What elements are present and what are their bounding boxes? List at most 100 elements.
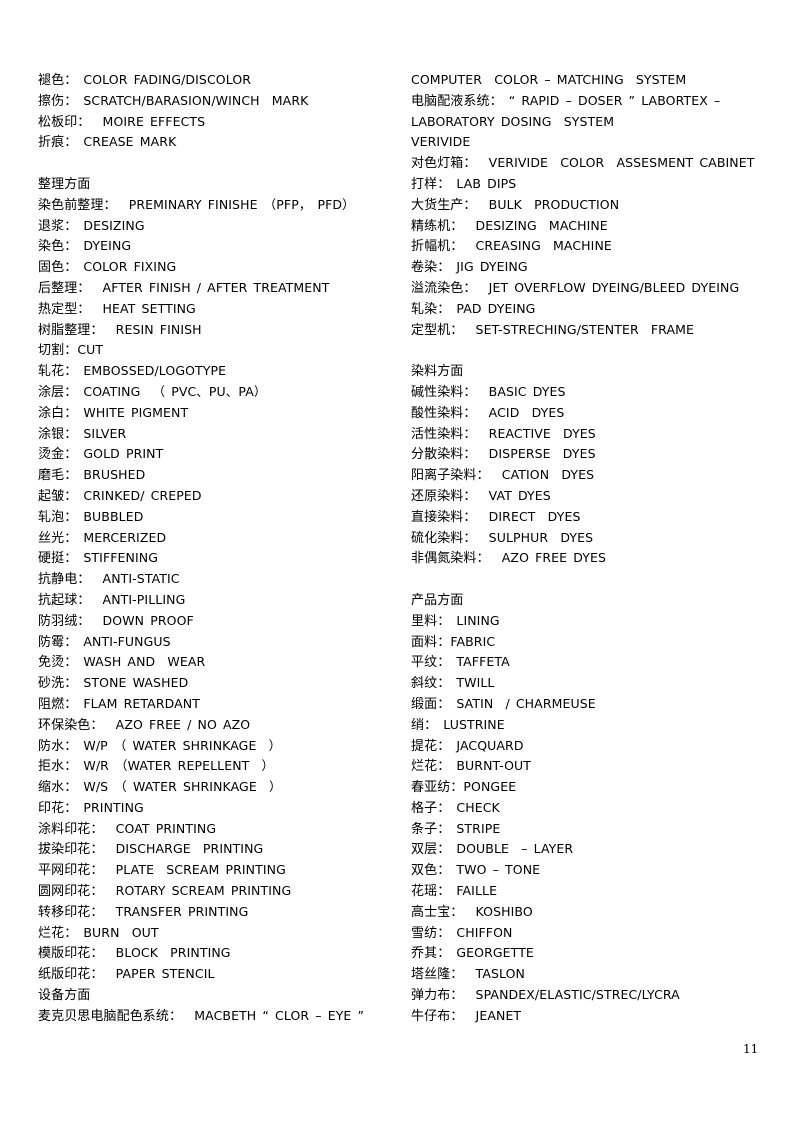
- term-chinese: 烂花：: [38, 925, 78, 941]
- term-english: AZO FREE / NO AZO: [103, 716, 251, 732]
- term-chinese: 大货生产：: [411, 197, 477, 213]
- term-chinese: 里料：: [411, 613, 451, 629]
- glossary-entry: 防水： W/P （ WATER SHRINKAGE ）: [38, 736, 403, 757]
- glossary-entry: 绡： LUSTRINE: [411, 715, 771, 736]
- glossary-entry: 提花： JACQUARD: [411, 736, 771, 757]
- term-chinese: 圆网印花：: [38, 884, 104, 900]
- glossary-entry: 起皱： CRINKED/ CREPED: [38, 486, 403, 507]
- glossary-entry: 模版印花： BLOCK PRINTING: [38, 943, 403, 964]
- term-chinese: 折幅机：: [411, 239, 464, 255]
- term-english: VAT DYES: [476, 487, 551, 503]
- term-chinese: 提花：: [411, 738, 451, 754]
- term-english: EMBOSSED/LOGOTYPE: [77, 363, 227, 379]
- term-chinese: 烂花：: [411, 759, 451, 775]
- glossary-entry: 砂洗： STONE WASHED: [38, 673, 403, 694]
- term-english: CRINKED/ CREPED: [77, 487, 202, 503]
- glossary-entry: 缎面： SATIN / CHARMEUSE: [411, 694, 771, 715]
- term-english: MOIRE EFFECTS: [90, 113, 206, 129]
- glossary-entry: 牛仔布： JEANET: [411, 1006, 771, 1027]
- glossary-entry: 直接染料： DIRECT DYES: [411, 507, 771, 528]
- glossary-entry: 烂花： BURNT-OUT: [411, 756, 771, 777]
- term-english: BASIC DYES: [476, 383, 566, 399]
- glossary-entry: 弹力布： SPANDEX/ELASTIC/STREC/LYCRA: [411, 985, 771, 1006]
- glossary-entry: 平网印花： PLATE SCREAM PRINTING: [38, 860, 403, 881]
- term-chinese: 高士宝：: [411, 904, 464, 920]
- glossary-entry: 大货生产： BULK PRODUCTION: [411, 195, 771, 216]
- term-english: SET-STRECHING/STENTER FRAME: [463, 321, 694, 337]
- term-chinese: 起皱：: [38, 488, 78, 504]
- term-english: SULPHUR DYES: [476, 529, 594, 545]
- term-english: COMPUTER COLOR – MATCHING SYSTEM: [411, 72, 687, 87]
- term-chinese: 纸版印花：: [38, 967, 104, 983]
- term-chinese: 砂洗：: [38, 676, 78, 692]
- term-chinese: 免烫：: [38, 655, 78, 671]
- glossary-entry: 染色： DYEING: [38, 236, 403, 257]
- glossary-entry: 圆网印花： ROTARY SCREAM PRINTING: [38, 881, 403, 902]
- term-english: STIFFENING: [77, 550, 158, 566]
- term-chinese: 染色：: [38, 239, 78, 255]
- glossary-entry: 阻燃： FLAM RETARDANT: [38, 694, 403, 715]
- term-english: PLATE SCREAM PRINTING: [103, 862, 286, 878]
- term-english: GEORGETTE: [450, 945, 534, 961]
- term-english: JIG DYEING: [450, 259, 528, 275]
- term-english: W/R （WATER REPELLENT ）: [77, 758, 275, 774]
- term-english: REACTIVE DYES: [476, 425, 596, 441]
- term-english: ACID DYES: [476, 404, 565, 420]
- glossary-entry: 擦伤： SCRATCH/BARASION/WINCH MARK: [38, 91, 403, 112]
- glossary-entry: 纸版印花： PAPER STENCIL: [38, 964, 403, 985]
- term-chinese: 打样：: [411, 176, 451, 192]
- term-english: LINING: [450, 612, 500, 628]
- term-english: W/S （ WATER SHRINKAGE ）: [77, 779, 282, 795]
- term-chinese: 分散染料：: [411, 447, 477, 463]
- term-chinese: 对色灯箱：: [411, 156, 477, 172]
- glossary-entry: 溢流染色： JET OVERFLOW DYEING/BLEED DYEING: [411, 278, 771, 299]
- term-chinese: 轧花：: [38, 364, 78, 380]
- term-chinese: 酸性染料：: [411, 405, 477, 421]
- glossary-entry: 树脂整理： RESIN FINISH: [38, 320, 403, 341]
- term-chinese: 褪色：: [38, 73, 78, 88]
- glossary-entry: 染色前整理： PREMINARY FINISHE （PFP， PFD）: [38, 195, 403, 216]
- glossary-entry: 活性染料： REACTIVE DYES: [411, 424, 771, 445]
- term-english: JET OVERFLOW DYEING/BLEED DYEING: [476, 279, 740, 295]
- glossary-entry: 里料： LINING: [411, 611, 771, 632]
- term-chinese: 条子：: [411, 821, 451, 837]
- term-chinese: 环保染色：: [38, 717, 104, 733]
- glossary-entry: LABORATORY DOSING SYSTEM: [411, 112, 771, 133]
- term-english: CREASE MARK: [77, 134, 177, 150]
- term-english: “ RAPID – DOSER ” LABORTEX –: [502, 92, 721, 108]
- term-english: COLOR FIXING: [77, 259, 177, 275]
- glossary-entry: 涂白： WHITE PIGMENT: [38, 403, 403, 424]
- term-chinese: 缩水：: [38, 780, 78, 796]
- term-chinese: 整理方面: [38, 176, 91, 192]
- term-chinese: 丝光：: [38, 530, 78, 546]
- glossary-entry: 轧泡： BUBBLED: [38, 507, 403, 528]
- term-english: ANTI-STATIC: [90, 571, 180, 587]
- term-chinese: 固色：: [38, 260, 78, 276]
- term-chinese: 还原染料：: [411, 488, 477, 504]
- term-chinese: 平网印花：: [38, 863, 104, 879]
- term-english: VERIVIDE: [411, 134, 471, 150]
- term-english: TAFFETA: [450, 654, 510, 670]
- term-chinese: 精练机：: [411, 218, 464, 234]
- term-english: STRIPE: [450, 820, 501, 836]
- term-chinese: 涂料印花：: [38, 821, 104, 837]
- term-chinese: 热定型：: [38, 301, 91, 317]
- glossary-entry: 抗静电： ANTI-STATIC: [38, 569, 403, 590]
- term-english: ANTI-PILLING: [90, 591, 186, 607]
- term-chinese: 后整理：: [38, 280, 91, 296]
- term-chinese: 染色前整理：: [38, 197, 117, 213]
- term-english: W/P （ WATER SHRINKAGE ）: [77, 737, 282, 753]
- term-chinese: 弹力布：: [411, 988, 464, 1004]
- term-english: COATING （ PVC、PU、PA）: [77, 383, 267, 399]
- glossary-entry: 后整理： AFTER FINISH / AFTER TREATMENT: [38, 278, 403, 299]
- glossary-entry: 精练机： DESIZING MACHINE: [411, 216, 771, 237]
- term-english: WHITE PIGMENT: [77, 404, 189, 420]
- left-column: 褪色： COLOR FADING/DISCOLOR 擦伤： SCRATCH/BAR…: [38, 70, 403, 1027]
- glossary-entry: 涂料印花： COAT PRINTING: [38, 819, 403, 840]
- glossary-entry: 染料方面: [411, 361, 771, 382]
- term-english: DESIZING: [77, 217, 145, 233]
- term-chinese: 松板印：: [38, 114, 91, 130]
- term-english: TRANSFER PRINTING: [103, 903, 249, 919]
- glossary-entry: 春亚纺：PONGEE: [411, 777, 771, 798]
- term-english: PREMINARY FINISHE （PFP， PFD）: [116, 196, 355, 212]
